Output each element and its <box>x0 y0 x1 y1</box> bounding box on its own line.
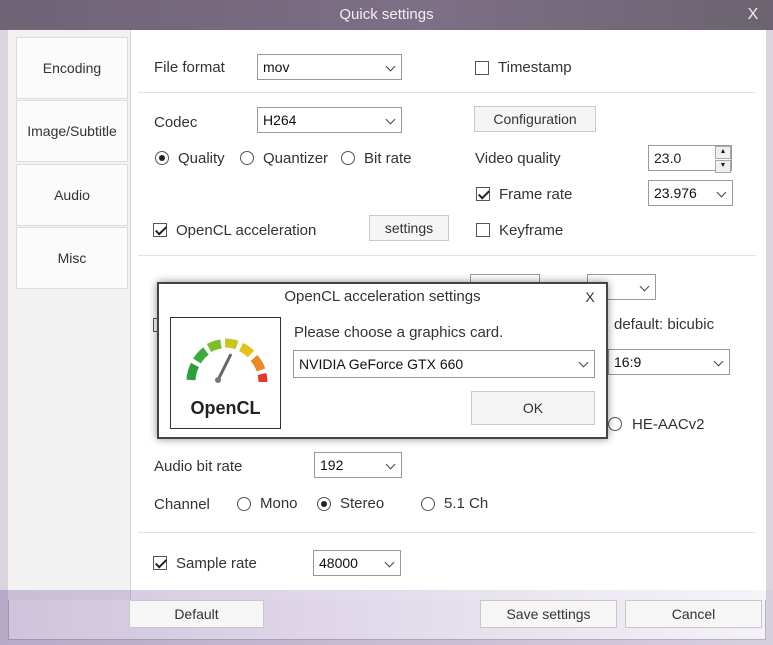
timestamp-checkbox[interactable] <box>475 61 489 75</box>
divider <box>138 532 756 533</box>
opencl-logo: OpenCL <box>170 317 281 429</box>
frame-rate-label: Frame rate <box>499 186 573 203</box>
mode-bitrate-label: Bit rate <box>364 150 412 167</box>
tab-misc[interactable]: Misc <box>16 227 128 289</box>
cancel-button[interactable]: Cancel <box>625 600 762 628</box>
configuration-button[interactable]: Configuration <box>474 106 596 132</box>
opencl-settings-button[interactable]: settings <box>369 215 449 241</box>
tab-encoding[interactable]: Encoding <box>16 37 128 99</box>
video-quality-stepper[interactable]: ▲ ▼ <box>715 146 731 173</box>
divider <box>138 255 756 256</box>
graphics-card-select[interactable]: NVIDIA GeForce GTX 660 <box>293 350 595 378</box>
opencl-logo-text: OpenCL <box>190 398 261 418</box>
channel-stereo-label: Stereo <box>340 495 385 512</box>
keyframe-label: Keyframe <box>499 222 564 239</box>
mode-quality-radio[interactable] <box>155 151 169 165</box>
opencl-settings-dialog: OpenCL acceleration settings X OpenCL Pl… <box>157 282 608 439</box>
audio-bitrate-select[interactable]: 192 <box>314 452 402 478</box>
file-format-select[interactable]: mov <box>257 54 402 80</box>
window-title: Quick settings <box>339 6 434 23</box>
dialog-title: OpenCL acceleration settings <box>159 284 606 310</box>
keyframe-checkbox[interactable] <box>476 223 490 237</box>
save-settings-button[interactable]: Save settings <box>480 600 617 628</box>
he-aac-radio[interactable] <box>608 417 622 431</box>
mode-quantizer-radio[interactable] <box>240 151 254 165</box>
codec-label: Codec <box>154 114 198 131</box>
opencl-label: OpenCL acceleration <box>176 222 317 239</box>
tab-label: Misc <box>57 250 87 266</box>
audio-bitrate-label: Audio bit rate <box>154 458 243 475</box>
tab-label: Image/Subtitle <box>27 123 117 139</box>
file-format-label: File format <box>154 59 225 76</box>
channel-stereo-radio[interactable] <box>317 497 331 511</box>
sample-rate-checkbox[interactable] <box>153 556 167 570</box>
mode-bitrate-radio[interactable] <box>341 151 355 165</box>
default-button[interactable]: Default <box>129 600 264 628</box>
channel-51-radio[interactable] <box>421 497 435 511</box>
channel-mono-radio[interactable] <box>237 497 251 511</box>
divider <box>138 92 756 93</box>
channel-label: Channel <box>154 496 210 513</box>
opencl-checkbox[interactable] <box>153 223 167 237</box>
sample-rate-label: Sample rate <box>176 555 257 572</box>
close-icon[interactable]: X <box>738 0 768 30</box>
frame-rate-select[interactable]: 23.976 <box>648 180 733 206</box>
codec-select[interactable]: H264 <box>257 107 402 133</box>
he-aac-label: HE-AACv2 <box>632 416 705 433</box>
resize-default-label: default: bicubic <box>614 316 715 333</box>
frame-rate-checkbox[interactable] <box>476 187 490 201</box>
gauge-icon <box>186 338 268 383</box>
dialog-prompt: Please choose a graphics card. <box>294 324 504 341</box>
tab-image-subtitle[interactable]: Image/Subtitle <box>16 100 128 162</box>
timestamp-label: Timestamp <box>498 59 572 76</box>
aspect-ratio-select[interactable]: 16:9 <box>608 349 730 375</box>
tab-audio[interactable]: Audio <box>16 164 128 226</box>
tab-label: Encoding <box>42 60 102 76</box>
tab-label: Audio <box>54 187 90 203</box>
dialog-close-icon[interactable]: X <box>577 284 603 310</box>
dialog-ok-button[interactable]: OK <box>471 391 595 425</box>
video-quality-label: Video quality <box>475 150 561 167</box>
sample-rate-select[interactable]: 48000 <box>313 550 401 576</box>
channel-mono-label: Mono <box>260 495 298 512</box>
mode-quality-label: Quality <box>178 150 225 167</box>
channel-51-label: 5.1 Ch <box>444 495 489 512</box>
mode-quantizer-label: Quantizer <box>263 150 329 167</box>
